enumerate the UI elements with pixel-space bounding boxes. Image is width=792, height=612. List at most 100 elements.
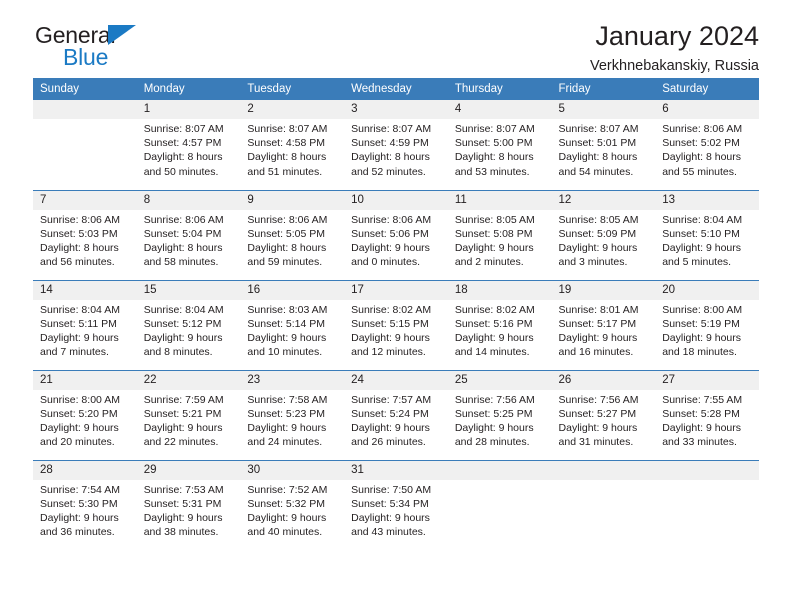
sunrise-sunset-calendar: Sunday Monday Tuesday Wednesday Thursday… — [33, 78, 759, 550]
daylight-duration: Daylight: 9 hours — [454, 241, 534, 254]
day-number: 5 — [551, 100, 656, 119]
calendar-day-cell[interactable]: 10 Sunrise: 8:06 AM Sunset: 5:06 PM Dayligh… — [344, 189, 448, 280]
calendar-day-cell[interactable]: 26 Sunrise: 7:56 AM Sunset: 5:27 PM Dayligh… — [551, 369, 656, 460]
daylight-duration: Daylight: 9 hours — [558, 241, 638, 254]
day-number — [551, 460, 656, 480]
day-cell-content: 2 Sunrise: 8:07 AM Sunset: 4:58 PM Daylight… — [240, 100, 345, 190]
day-header-tuesday: Tuesday — [240, 78, 345, 100]
calendar-day-cell[interactable]: 31 Sunrise: 7:50 AM Sunset: 5:34 PM Dayligh… — [344, 459, 448, 550]
calendar-day-cell[interactable]: 14 Sunrise: 8:04 AM Sunset: 5:11 PM Dayligh… — [33, 279, 137, 370]
daylight-duration: Daylight: 9 hours — [558, 331, 638, 344]
calendar-day-cell-empty — [551, 459, 656, 550]
daylight-duration: and 40 minutes. — [247, 526, 323, 539]
sunset-time: Sunset: 5:11 PM — [40, 317, 117, 330]
sunrise-time: Sunrise: 8:03 AM — [247, 303, 328, 316]
calendar-day-cell[interactable]: 7 Sunrise: 8:06 AM Sunset: 5:03 PM Daylight… — [33, 189, 137, 280]
day-number — [33, 100, 137, 119]
calendar-day-cell-empty — [33, 100, 137, 190]
calendar-day-cell[interactable]: 16 Sunrise: 8:03 AM Sunset: 5:14 PM Dayligh… — [240, 279, 345, 370]
day-details: Sunrise: 8:07 AM Sunset: 4:57 PM Daylight:… — [137, 119, 241, 179]
day-details: Sunrise: 8:04 AM Sunset: 5:10 PM Daylight:… — [655, 210, 759, 270]
calendar-day-cell[interactable]: 15 Sunrise: 8:04 AM Sunset: 5:12 PM Dayligh… — [136, 279, 241, 370]
sunrise-time: Sunrise: 8:06 AM — [662, 123, 743, 135]
calendar-day-cell[interactable]: 23 Sunrise: 7:58 AM Sunset: 5:23 PM Dayligh… — [240, 369, 345, 460]
sunrise-time: Sunrise: 7:58 AM — [247, 393, 328, 406]
day-number: 29 — [136, 460, 241, 480]
daylight-duration: and 2 minutes. — [454, 256, 524, 269]
calendar-day-cell[interactable]: 21 Sunrise: 8:00 AM Sunset: 5:20 PM Dayligh… — [33, 369, 137, 460]
calendar-day-cell[interactable]: 19 Sunrise: 8:01 AM Sunset: 5:17 PM Dayligh… — [551, 279, 656, 370]
calendar-day-cell[interactable]: 25 Sunrise: 7:56 AM Sunset: 5:25 PM Dayligh… — [447, 369, 552, 460]
sunrise-time: Sunrise: 8:07 AM — [454, 123, 535, 135]
daylight-duration: Daylight: 9 hours — [454, 421, 534, 434]
calendar-day-cell-empty — [655, 459, 759, 550]
day-header-monday: Monday — [136, 78, 241, 100]
day-cell-content — [33, 100, 137, 190]
sunrise-time: Sunrise: 8:04 AM — [40, 303, 120, 316]
calendar-day-cell[interactable]: 3 Sunrise: 8:07 AM Sunset: 4:59 PM Daylight… — [344, 100, 448, 190]
calendar-day-cell[interactable]: 20 Sunrise: 8:00 AM Sunset: 5:19 PM Dayligh… — [655, 279, 759, 370]
day-cell-content: 25 Sunrise: 7:56 AM Sunset: 5:25 PM Dayligh… — [447, 370, 552, 460]
day-header-saturday: Saturday — [655, 78, 759, 100]
day-number: 7 — [33, 190, 137, 210]
sunrise-time: Sunrise: 7:59 AM — [143, 393, 224, 406]
general-blue-logo: General Blue — [33, 22, 183, 74]
calendar-day-cell[interactable]: 5 Sunrise: 8:07 AM Sunset: 5:01 PM Daylight… — [551, 100, 656, 190]
day-details: Sunrise: 8:06 AM Sunset: 5:06 PM Daylight:… — [344, 210, 448, 270]
sunrise-time: Sunrise: 8:05 AM — [454, 213, 535, 226]
day-number: 2 — [240, 100, 345, 119]
daylight-duration: Daylight: 8 hours — [351, 151, 430, 164]
day-cell-content: 27 Sunrise: 7:55 AM Sunset: 5:28 PM Dayligh… — [655, 370, 759, 460]
sunset-time: Sunset: 5:17 PM — [558, 317, 637, 330]
calendar-day-cell[interactable]: 13 Sunrise: 8:04 AM Sunset: 5:10 PM Dayligh… — [655, 189, 759, 280]
sunrise-time: Sunrise: 7:50 AM — [351, 483, 432, 496]
calendar-day-cell[interactable]: 9 Sunrise: 8:06 AM Sunset: 5:05 PM Daylight… — [240, 189, 345, 280]
logo-text-blue: Blue — [63, 44, 109, 70]
daylight-duration: and 36 minutes. — [40, 526, 115, 539]
daylight-duration: and 12 minutes. — [351, 346, 426, 359]
daylight-duration: and 59 minutes. — [247, 256, 323, 269]
calendar-day-cell[interactable]: 24 Sunrise: 7:57 AM Sunset: 5:24 PM Dayligh… — [344, 369, 448, 460]
day-number: 18 — [447, 280, 552, 300]
daylight-duration: Daylight: 8 hours — [247, 241, 327, 254]
day-cell-content: 12 Sunrise: 8:05 AM Sunset: 5:09 PM Dayligh… — [551, 190, 656, 280]
daylight-duration: and 14 minutes. — [454, 346, 530, 359]
calendar-day-cell[interactable]: 1 Sunrise: 8:07 AM Sunset: 4:57 PM Daylight… — [136, 100, 241, 190]
calendar-day-cell[interactable]: 27 Sunrise: 7:55 AM Sunset: 5:28 PM Dayligh… — [655, 369, 759, 460]
daylight-duration: and 26 minutes. — [351, 436, 426, 449]
calendar-day-cell[interactable]: 18 Sunrise: 8:02 AM Sunset: 5:16 PM Dayligh… — [447, 279, 552, 370]
daylight-duration: and 0 minutes. — [351, 256, 420, 269]
sunset-time: Sunset: 5:28 PM — [662, 407, 740, 420]
calendar-day-cell[interactable]: 2 Sunrise: 8:07 AM Sunset: 4:58 PM Daylight… — [240, 100, 345, 190]
triangle-icon — [108, 25, 136, 45]
calendar-day-cell[interactable]: 30 Sunrise: 7:52 AM Sunset: 5:32 PM Dayligh… — [240, 459, 345, 550]
sunrise-time: Sunrise: 8:02 AM — [351, 303, 432, 316]
daylight-duration: Daylight: 9 hours — [143, 421, 223, 434]
sunrise-time: Sunrise: 8:00 AM — [40, 393, 120, 406]
day-cell-content: 28 Sunrise: 7:54 AM Sunset: 5:30 PM Dayligh… — [33, 460, 137, 551]
sunset-time: Sunset: 5:03 PM — [40, 227, 118, 240]
calendar-day-cell[interactable]: 17 Sunrise: 8:02 AM Sunset: 5:15 PM Dayligh… — [344, 279, 448, 370]
day-details: Sunrise: 7:59 AM Sunset: 5:21 PM Daylight:… — [137, 390, 241, 450]
calendar-day-cell-empty — [447, 459, 552, 550]
day-cell-content: 7 Sunrise: 8:06 AM Sunset: 5:03 PM Daylight… — [33, 190, 137, 280]
day-number: 9 — [240, 190, 345, 210]
daylight-duration: Daylight: 8 hours — [454, 151, 534, 164]
calendar-day-cell[interactable]: 28 Sunrise: 7:54 AM Sunset: 5:30 PM Dayligh… — [33, 459, 137, 551]
sunset-time: Sunset: 5:15 PM — [351, 317, 429, 330]
calendar-day-cell[interactable]: 29 Sunrise: 7:53 AM Sunset: 5:31 PM Dayligh… — [136, 459, 241, 550]
day-header-friday: Friday — [551, 78, 656, 100]
daylight-duration: and 43 minutes. — [351, 526, 426, 539]
day-header-wednesday: Wednesday — [344, 78, 448, 100]
daylight-duration: and 5 minutes. — [662, 256, 732, 269]
day-number: 11 — [447, 190, 552, 210]
day-details: Sunrise: 7:52 AM Sunset: 5:32 PM Daylight:… — [240, 480, 344, 540]
sunset-time: Sunset: 5:04 PM — [143, 227, 222, 240]
calendar-day-cell[interactable]: 6 Sunrise: 8:06 AM Sunset: 5:02 PM Daylight… — [655, 100, 759, 190]
daylight-duration: and 10 minutes. — [247, 346, 323, 359]
calendar-day-cell[interactable]: 22 Sunrise: 7:59 AM Sunset: 5:21 PM Dayligh… — [136, 369, 241, 460]
calendar-day-cell[interactable]: 8 Sunrise: 8:06 AM Sunset: 5:04 PM Daylight… — [136, 189, 241, 280]
calendar-day-cell[interactable]: 11 Sunrise: 8:05 AM Sunset: 5:08 PM Dayligh… — [447, 189, 552, 280]
calendar-day-cell[interactable]: 12 Sunrise: 8:05 AM Sunset: 5:09 PM Dayligh… — [551, 189, 656, 280]
calendar-day-cell[interactable]: 4 Sunrise: 8:07 AM Sunset: 5:00 PM Daylight… — [447, 100, 552, 190]
